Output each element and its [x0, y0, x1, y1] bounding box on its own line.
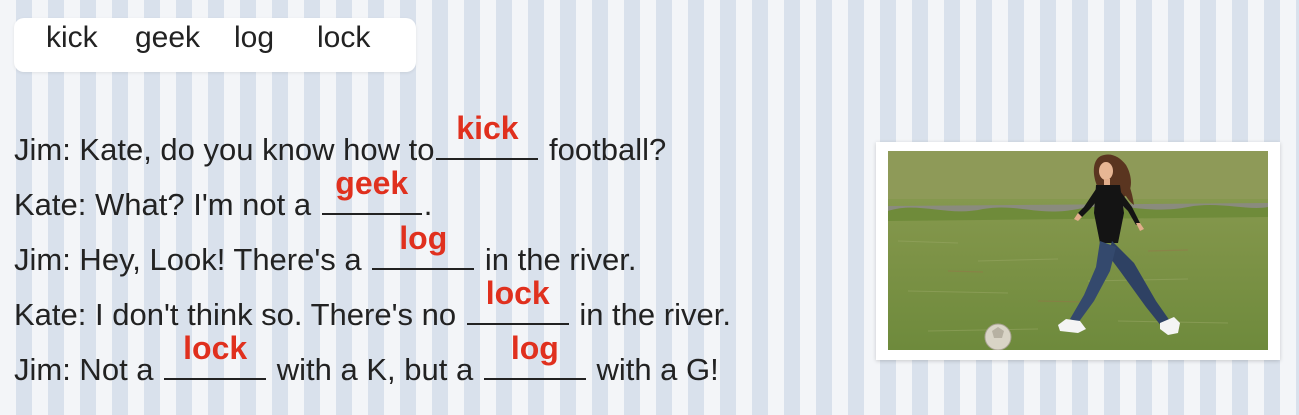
line-text: in the river. [476, 242, 637, 277]
soccer-photo [888, 151, 1268, 350]
girl-kicking-ball-illustration [888, 151, 1268, 350]
line-text: Jim: Kate, do you know how to [14, 132, 435, 167]
line-text: with a G! [587, 352, 719, 387]
dialogue-line: Jim: Hey, Look! There's a log in the riv… [14, 220, 864, 289]
photo-frame [876, 142, 1280, 360]
answer-text: geek [335, 165, 409, 201]
line-text: Kate: I don't think so. There's no [14, 297, 465, 332]
answer-blank: lock [164, 330, 267, 380]
line-text: football? [540, 132, 667, 167]
answer-text: log [510, 330, 559, 366]
answer-text: lock [485, 275, 550, 311]
word-bank: kick geek log lock [14, 18, 416, 72]
dialogue-line: Kate: I don't think so. There's no lock … [14, 275, 864, 344]
answer-text: log [399, 220, 448, 256]
dialogue-line: Jim: Not a lock with a K, but a log with… [14, 330, 864, 399]
answer-blank: kick [436, 110, 539, 160]
soccer-ball [984, 323, 1012, 350]
line-text: Kate: What? I'm not a [14, 187, 320, 222]
answer-blank: geek [321, 165, 422, 215]
dialogue: Jim: Kate, do you know how to kick footba… [14, 110, 864, 399]
line-text: Jim: Not a [14, 352, 163, 387]
answer-blank: log [483, 330, 586, 380]
dialogue-line: Jim: Kate, do you know how to kick footba… [14, 110, 864, 179]
word-bank-item: lock [317, 21, 371, 54]
line-text: Jim: Hey, Look! There's a [14, 242, 371, 277]
word-bank-item: log [234, 21, 275, 54]
answer-text: kick [456, 110, 519, 146]
word-bank-item: geek [135, 21, 201, 54]
answer-text: lock [183, 330, 248, 366]
answer-blank: lock [466, 275, 569, 325]
line-text: with a K, but a [268, 352, 482, 387]
word-bank-item: kick [46, 21, 98, 54]
far-grass [888, 151, 1268, 199]
line-text: . [423, 187, 433, 222]
line-text: in the river. [570, 297, 731, 332]
answer-blank: log [372, 220, 475, 270]
